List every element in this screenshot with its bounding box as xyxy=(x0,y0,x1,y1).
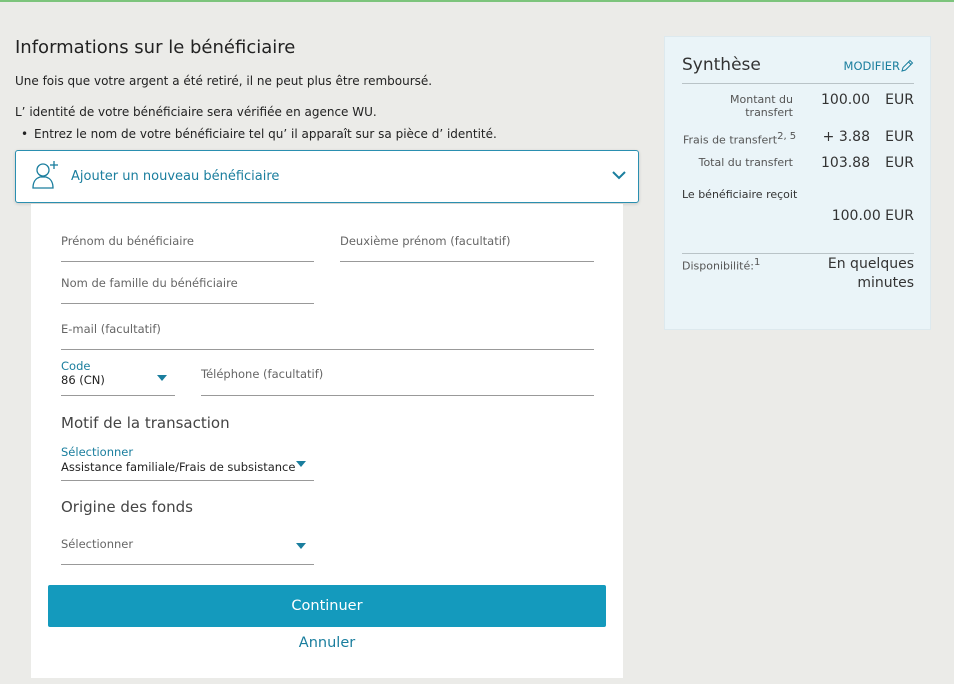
page-title: Informations sur le bénéficiaire xyxy=(15,37,296,58)
email-placeholder: E-mail (facultatif) xyxy=(61,322,161,336)
transfer-fees-currency: EUR xyxy=(885,129,914,145)
summary-panel: Synthèse MODIFIER Montant du transfert 1… xyxy=(664,36,931,330)
country-code-select[interactable]: Code 86 (CN) xyxy=(61,356,175,396)
funds-origin-section-title: Origine des fonds xyxy=(61,498,193,516)
country-code-label: Code xyxy=(61,359,91,373)
caret-down-icon xyxy=(296,461,306,467)
transfer-amount-currency: EUR xyxy=(885,92,914,108)
funds-origin-placeholder: Sélectionner xyxy=(61,537,134,551)
summary-title: Synthèse xyxy=(682,55,761,75)
email-field[interactable]: E-mail (facultatif) xyxy=(61,310,594,350)
transfer-total-value: 103.88 xyxy=(821,155,870,171)
availability-footnote: 1 xyxy=(753,257,761,268)
last-name-field[interactable]: Nom de famille du bénéficiaire xyxy=(61,266,314,304)
transfer-fees-value: + 3.88 xyxy=(822,129,870,145)
phone-field[interactable]: Téléphone (facultatif) xyxy=(201,356,594,396)
receives-amount: 100.00 EUR xyxy=(831,208,914,224)
caret-down-icon xyxy=(296,543,306,549)
verification-note: L’ identité de votre bénéficiaire sera v… xyxy=(15,105,377,119)
caret-down-icon xyxy=(157,375,167,381)
transfer-total-label: Total du transfert xyxy=(698,156,793,169)
transfer-total-currency: EUR xyxy=(885,155,914,171)
modify-link[interactable]: MODIFIER xyxy=(844,59,900,73)
phone-placeholder: Téléphone (facultatif) xyxy=(201,367,324,381)
continue-button[interactable]: Continuer xyxy=(48,585,606,627)
last-name-placeholder: Nom de famille du bénéficiaire xyxy=(61,276,238,290)
add-beneficiary-label: Ajouter un nouveau bénéficiaire xyxy=(71,169,280,184)
reason-select-value: Assistance familiale/Frais de subsistanc… xyxy=(61,460,296,474)
refund-warning: Une fois que votre argent a été retiré, … xyxy=(15,74,433,88)
funds-origin-select[interactable]: Sélectionner xyxy=(61,526,314,565)
middle-name-placeholder: Deuxième prénom (facultatif) xyxy=(340,234,511,248)
summary-divider xyxy=(682,253,914,254)
chevron-down-icon[interactable] xyxy=(612,169,626,181)
availability-label: Disponibilité:1 xyxy=(682,257,761,273)
first-name-field[interactable]: Prénom du bénéficiaire xyxy=(61,224,314,262)
add-beneficiary-dropdown[interactable]: Ajouter un nouveau bénéficiaire xyxy=(15,150,639,203)
reason-select[interactable]: Sélectionner Assistance familiale/Frais … xyxy=(61,442,314,481)
pencil-icon[interactable] xyxy=(900,59,914,73)
first-name-placeholder: Prénom du bénéficiaire xyxy=(61,234,195,248)
transfer-amount-value: 100.00 xyxy=(821,92,870,108)
country-code-value: 86 (CN) xyxy=(61,373,105,387)
reason-select-label: Sélectionner xyxy=(61,445,134,459)
fees-footnote: 2, 5 xyxy=(777,131,797,142)
cancel-link[interactable]: Annuler xyxy=(0,635,654,651)
add-person-icon xyxy=(32,161,58,189)
middle-name-field[interactable]: Deuxième prénom (facultatif) xyxy=(340,224,594,262)
reason-section-title: Motif de la transaction xyxy=(61,414,230,432)
transfer-amount-label: Montant du transfert xyxy=(730,93,793,119)
name-instruction-bullet: Entrez le nom de votre bénéficiaire tel … xyxy=(21,127,497,141)
availability-value: En quelques minutes xyxy=(827,256,914,291)
transfer-fees-label: Frais de transfert2, 5 xyxy=(683,131,797,147)
receives-label: Le bénéficiaire reçoit xyxy=(682,188,798,201)
summary-divider xyxy=(682,83,914,84)
